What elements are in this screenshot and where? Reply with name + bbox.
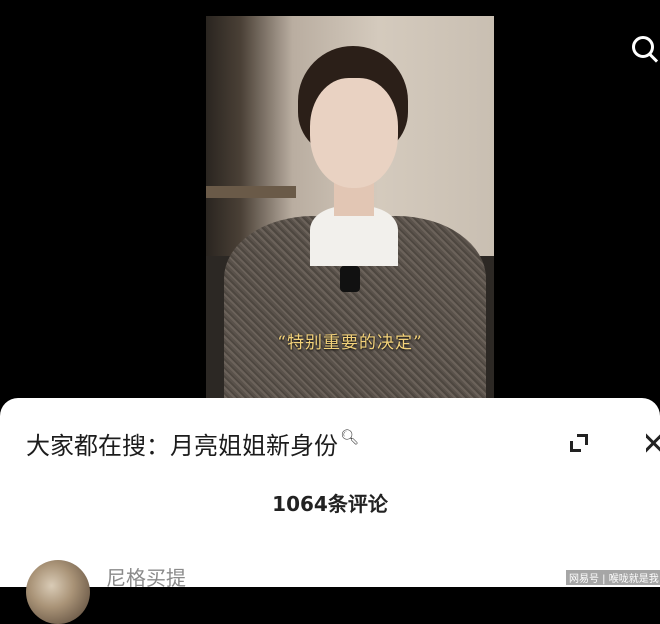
video-frame[interactable]: “特别重要的决定”	[206, 16, 494, 400]
search-icon: 🔍︎	[340, 428, 360, 446]
video-player[interactable]: “特别重要的决定”	[0, 0, 660, 410]
close-button[interactable]	[646, 432, 660, 454]
trending-search-link[interactable]: 大家都在搜：月亮姐姐新身份 🔍︎	[26, 426, 359, 461]
comment-sheet: 大家都在搜：月亮姐姐新身份 🔍︎ 1064条评论 尼格买提	[0, 398, 660, 624]
lapel-mic	[340, 266, 360, 292]
background-shelf	[206, 186, 296, 198]
avatar[interactable]	[26, 560, 90, 624]
comment-count: 1064条评论	[272, 492, 388, 516]
watermark: 网易号 | 喉咙就是我	[566, 570, 660, 585]
search-icon[interactable]	[632, 36, 654, 58]
video-caption: “特别重要的决定”	[277, 333, 423, 353]
person-face	[310, 78, 398, 188]
trending-search-text: 大家都在搜：月亮姐姐新身份	[26, 432, 338, 460]
comment-item[interactable]: 尼格买提	[26, 558, 660, 624]
expand-button[interactable]	[566, 430, 592, 456]
expand-icon	[577, 434, 588, 445]
